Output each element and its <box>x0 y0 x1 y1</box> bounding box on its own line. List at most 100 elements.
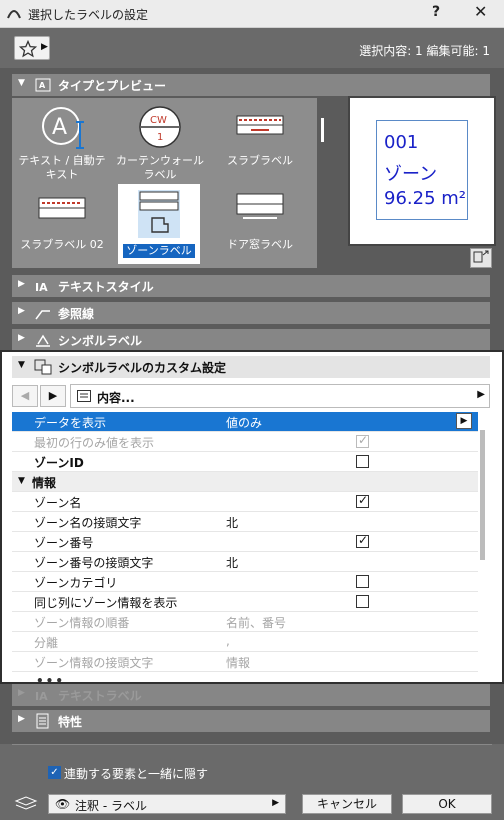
svg-text:IA: IA <box>35 690 48 703</box>
ok-button[interactable]: OK <box>402 794 492 814</box>
chevron-right-icon: ▶ <box>41 42 48 52</box>
table-row[interactable]: ゾーンID <box>12 452 478 472</box>
settings-table: データを表示 値のみ ▶ 最初の行のみ値を表示 ✓ ゾーンID ▼ 情報 ゾーン… <box>12 412 478 680</box>
type-tile-zone-selected[interactable]: ゾーンラベル <box>118 184 200 264</box>
row-value[interactable]: 北 <box>226 514 238 531</box>
layer-dropdown[interactable]: 👁 注釈 - ラベル ▶ <box>48 794 286 814</box>
type-label: カーテンウォールラベル <box>116 154 204 181</box>
checkbox-same-column[interactable] <box>356 595 369 608</box>
type-tile-slab-02[interactable]: スラブラベル 02 <box>16 190 108 260</box>
row-key: ゾーン番号 <box>34 536 94 550</box>
section-reference-line[interactable]: ▶ 参照線 <box>12 302 490 324</box>
layer-label: 注釈 - ラベル <box>75 799 147 813</box>
slab-label-icon <box>236 115 284 135</box>
cancel-button[interactable]: キャンセル <box>302 794 392 814</box>
row-value[interactable]: 北 <box>226 554 238 571</box>
checkmark-icon: ✓ <box>358 533 369 547</box>
table-row[interactable]: ゾーン番号 ✓ <box>12 532 478 552</box>
chevron-right-icon: ▶ <box>477 389 485 400</box>
title-bar: 選択したラベルの設定 ? ✕ <box>0 0 504 28</box>
svg-text:A: A <box>39 81 46 90</box>
chevron-right-icon: ▶ <box>272 798 279 808</box>
nav-back-button[interactable]: ◀ <box>12 385 38 407</box>
checkmark-icon: ✓ <box>50 767 59 778</box>
table-row: 分離 , <box>12 632 478 652</box>
type-label: スラブラベル <box>227 154 293 167</box>
hide-with-element-checkbox[interactable]: ✓ <box>48 766 61 779</box>
preview-options-button[interactable] <box>470 248 492 268</box>
layer-stack-icon <box>14 796 38 810</box>
gallery-scrollbar[interactable] <box>321 118 324 142</box>
row-key: ゾーン番号の接頭文字 <box>34 556 154 570</box>
row-value: , <box>226 634 230 648</box>
contents-label: 内容... <box>97 391 135 405</box>
table-row[interactable]: データを表示 値のみ ▶ <box>12 412 478 432</box>
type-tile-slab[interactable]: スラブラベル <box>214 104 306 184</box>
table-group-row[interactable]: ▼ 情報 <box>12 472 478 492</box>
section-label: 特性 <box>58 715 83 729</box>
eye-icon: 👁 <box>55 797 71 811</box>
table-row[interactable]: ゾーン名 ✓ <box>12 492 478 512</box>
table-row[interactable]: ゾーン名の接頭文字 北 <box>12 512 478 532</box>
table-row: ゾーン情報の接頭文字 情報 <box>12 652 478 672</box>
section-label: 参照線 <box>58 307 95 321</box>
favorites-button[interactable]: ▶ <box>14 36 50 60</box>
row-key: 最初の行のみ値を表示 <box>34 436 155 450</box>
section-text-style[interactable]: ▶ IA テキストスタイル <box>12 275 490 297</box>
door-window-label-icon <box>236 193 284 219</box>
type-tile-door-window[interactable]: ドア窓ラベル <box>214 190 306 260</box>
type-label: ドア窓ラベル <box>227 238 293 251</box>
row-value: 値のみ <box>226 416 263 430</box>
preview-zone-number: 001 <box>384 132 419 153</box>
contents-dropdown[interactable]: 内容... ▶ <box>70 384 490 408</box>
expand-arrow-icon: ▶ <box>18 714 25 724</box>
section-label: シンボルラベルのカスタム設定 <box>58 361 227 375</box>
chevron-right-icon[interactable]: ▶ <box>456 413 472 429</box>
section-type-preview[interactable]: ▼ A タイプとプレビュー <box>12 74 490 96</box>
checkbox-zone-category[interactable] <box>356 575 369 588</box>
section-symbol-custom[interactable]: ▼ シンボルラベルのカスタム設定 <box>12 356 490 378</box>
help-button[interactable]: ? <box>432 4 440 20</box>
svg-text:1: 1 <box>157 132 163 143</box>
row-key: ゾーンID <box>34 456 84 470</box>
row-key: ゾーン情報の順番 <box>34 616 130 630</box>
row-key: ゾーン名 <box>34 496 82 510</box>
type-label: ゾーンラベル <box>123 244 195 258</box>
table-row[interactable]: ゾーンカテゴリ <box>12 572 478 592</box>
table-row[interactable]: ゾーン番号の接頭文字 北 <box>12 552 478 572</box>
nav-forward-button[interactable]: ▶ <box>40 385 66 407</box>
section-symbol-label[interactable]: ▶ シンボルラベル <box>12 329 490 351</box>
section-properties[interactable]: ▶ 特性 <box>12 710 490 732</box>
checkmark-icon: ✓ <box>358 433 369 447</box>
close-button[interactable]: ✕ <box>474 2 487 21</box>
row-value: 名前、番号 <box>226 616 287 630</box>
checkbox-zone-id[interactable] <box>356 455 369 468</box>
cursor-label-icon <box>473 250 489 263</box>
preview-zone-area: 96.25 m² <box>384 188 467 209</box>
reference-line-icon <box>35 310 50 320</box>
label-preview: 001 ゾーン 96.25 m² <box>348 96 496 246</box>
expand-arrow-icon: ▶ <box>18 279 25 289</box>
collapse-arrow-icon: ▼ <box>18 78 25 88</box>
section-label: テキストスタイル <box>58 280 154 294</box>
label-preview-icon: A <box>35 78 51 92</box>
table-row[interactable]: 同じ列にゾーン情報を表示 <box>12 592 478 612</box>
checkbox-zone-name[interactable]: ✓ <box>356 493 369 508</box>
table-scrollbar[interactable] <box>480 430 485 560</box>
text-label-icon: A <box>42 107 84 149</box>
slab-label-02-icon <box>38 197 86 219</box>
collapse-arrow-icon: ▼ <box>18 360 25 370</box>
type-tile-curtain-wall[interactable]: CW 1 カーテンウォールラベル <box>112 104 208 184</box>
type-tile-text-autotext[interactable]: A テキスト / 自動テキスト <box>16 104 108 184</box>
type-label: スラブラベル 02 <box>20 238 104 251</box>
collapse-arrow-icon: ▼ <box>18 476 25 486</box>
type-label: テキスト / 自動テキスト <box>18 154 106 181</box>
list-icon <box>77 390 91 402</box>
table-row: ゾーン情報の順番 名前、番号 <box>12 612 478 632</box>
row-key: ゾーンカテゴリ <box>34 576 118 590</box>
section-label: タイプとプレビュー <box>58 79 167 93</box>
table-row: 最初の行のみ値を表示 ✓ <box>12 432 478 452</box>
checkbox-zone-number[interactable]: ✓ <box>356 533 369 548</box>
window-title: 選択したラベルの設定 <box>28 8 149 22</box>
preview-zone-name: ゾーン <box>384 164 438 185</box>
